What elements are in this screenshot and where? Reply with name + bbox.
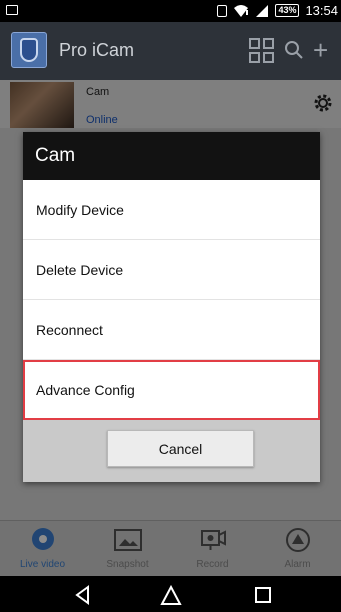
dialog-title: Cam (23, 132, 320, 180)
vibrate-icon (217, 4, 228, 17)
clock: 13:54 (305, 3, 338, 18)
reconnect-option[interactable]: Reconnect (23, 300, 320, 360)
dialog-footer: Cancel (23, 420, 320, 482)
status-icons: 43% 13:54 (217, 3, 338, 18)
wifi-icon (234, 4, 249, 17)
modify-device-option[interactable]: Modify Device (23, 180, 320, 240)
signal-icon (256, 4, 269, 17)
device-options-dialog: Cam Modify Device Delete Device Reconnec… (23, 132, 320, 482)
system-navigation-bar (0, 576, 341, 612)
search-icon[interactable] (283, 39, 305, 61)
recent-apps-icon[interactable] (252, 584, 274, 606)
delete-device-option[interactable]: Delete Device (23, 240, 320, 300)
advance-config-option[interactable]: Advance Config (23, 360, 320, 420)
app-logo (11, 32, 47, 68)
grid-view-icon[interactable] (249, 38, 275, 64)
battery-indicator: 43% (275, 4, 300, 17)
cancel-button[interactable]: Cancel (107, 430, 254, 467)
back-icon[interactable] (72, 584, 94, 606)
home-icon[interactable] (160, 584, 182, 606)
status-bar: 43% 13:54 (0, 0, 341, 22)
screenshot-notification-icon (6, 5, 18, 15)
modal-overlay-bottom (0, 520, 341, 576)
add-device-icon[interactable]: + (313, 37, 328, 63)
app-bar: Pro iCam + (0, 22, 341, 80)
app-title: Pro iCam (59, 40, 135, 60)
